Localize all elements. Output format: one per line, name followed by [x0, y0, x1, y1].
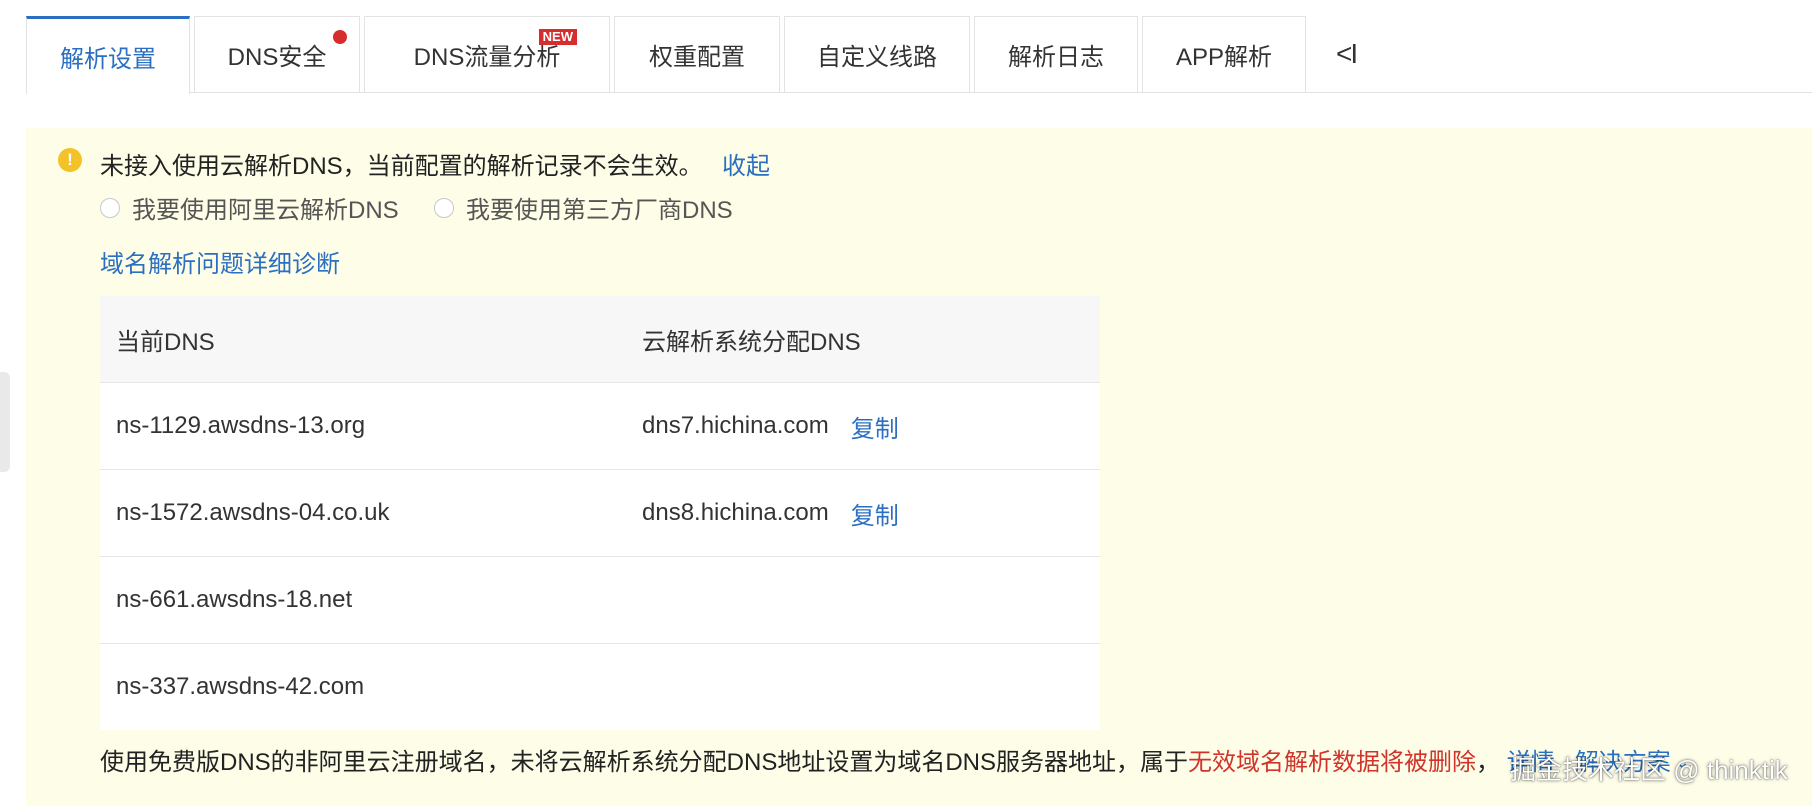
footer-comma: ，	[1476, 749, 1501, 776]
tab-divider	[26, 92, 1812, 93]
table-row: ns-1129.awsdns-13.org dns7.hichina.com 复…	[100, 383, 1100, 470]
dns-notice-panel: ! 未接入使用云解析DNS，当前配置的解析记录不会生效。 收起 我要使用阿里云解…	[26, 128, 1812, 806]
notice-message: 未接入使用云解析DNS，当前配置的解析记录不会生效。	[100, 153, 703, 180]
current-dns-cell: ns-661.awsdns-18.net	[116, 586, 353, 613]
tab-label: 解析日志	[1008, 44, 1104, 71]
deletion-warning-text: 无效域名解析数据将被删除	[1188, 749, 1477, 776]
current-dns-cell: ns-337.awsdns-42.com	[116, 673, 365, 700]
radio-label: 我要使用第三方厂商DNS	[466, 197, 733, 224]
radio-circle-icon[interactable]	[100, 197, 120, 218]
collapse-tabs-icon[interactable]: <I	[1336, 38, 1358, 70]
assigned-dns-cell: dns8.hichina.com 复制	[642, 470, 899, 556]
assigned-dns-value: dns7.hichina.com	[642, 412, 829, 439]
tab-dns-settings[interactable]: 解析设置	[26, 16, 190, 94]
side-drawer-handle[interactable]	[0, 372, 10, 472]
header-current-dns: 当前DNS	[116, 328, 215, 356]
watermark: 掘金技术社区 @ thinktik	[1510, 755, 1788, 785]
collapse-link[interactable]: 收起	[722, 146, 770, 181]
table-row: ns-661.awsdns-18.net	[100, 557, 1100, 644]
invalid-dns-warning: 使用免费版DNS的非阿里云注册域名，未将云解析系统分配DNS地址设置为域名DNS…	[100, 742, 1690, 777]
tab-label: DNS安全	[227, 44, 327, 71]
current-dns-cell: ns-1129.awsdns-13.org	[116, 412, 366, 439]
copy-button[interactable]: 复制	[851, 496, 899, 531]
radio-use-aliyun-dns[interactable]: 我要使用阿里云解析DNS	[100, 190, 399, 225]
table-header: 当前DNS 云解析系统分配DNS	[100, 296, 1100, 383]
tab-dns-logs[interactable]: 解析日志	[974, 16, 1138, 92]
assigned-dns-value: dns8.hichina.com	[642, 499, 829, 526]
tab-label: APP解析	[1175, 44, 1273, 71]
tab-custom-routes[interactable]: 自定义线路	[784, 16, 970, 92]
tab-app-dns[interactable]: APP解析	[1142, 16, 1306, 92]
copy-button[interactable]: 复制	[851, 409, 899, 444]
tab-dns-security[interactable]: DNS安全	[194, 16, 360, 92]
warning-icon: !	[58, 148, 82, 172]
tab-label: 解析设置	[60, 46, 156, 73]
radio-circle-icon[interactable]	[434, 197, 454, 218]
tab-bar: 解析设置 DNS安全 DNS流量分析 NEW 权重配置 自定义线路 解析日志 A…	[0, 0, 1812, 94]
tab-weight-config[interactable]: 权重配置	[614, 16, 780, 92]
radio-use-thirdparty-dns[interactable]: 我要使用第三方厂商DNS	[434, 190, 733, 225]
tab-dns-traffic-analysis[interactable]: DNS流量分析 NEW	[364, 16, 610, 92]
header-assigned-dns: 云解析系统分配DNS	[642, 328, 861, 356]
tab-label: 权重配置	[649, 44, 745, 71]
new-badge: NEW	[538, 29, 577, 45]
table-row: ns-1572.awsdns-04.co.uk dns8.hichina.com…	[100, 470, 1100, 557]
dns-table: 当前DNS 云解析系统分配DNS ns-1129.awsdns-13.org d…	[100, 296, 1100, 730]
current-dns-cell: ns-1572.awsdns-04.co.uk	[116, 499, 390, 526]
radio-label: 我要使用阿里云解析DNS	[132, 197, 399, 224]
tab-label: 自定义线路	[817, 44, 937, 71]
footer-text: 使用免费版DNS的非阿里云注册域名，未将云解析系统分配DNS地址设置为域名DNS…	[100, 749, 1189, 776]
notification-dot-icon	[333, 30, 347, 44]
table-row: ns-337.awsdns-42.com	[100, 644, 1100, 730]
assigned-dns-cell: dns7.hichina.com 复制	[642, 383, 899, 469]
diagnose-link[interactable]: 域名解析问题详细诊断	[100, 244, 340, 279]
